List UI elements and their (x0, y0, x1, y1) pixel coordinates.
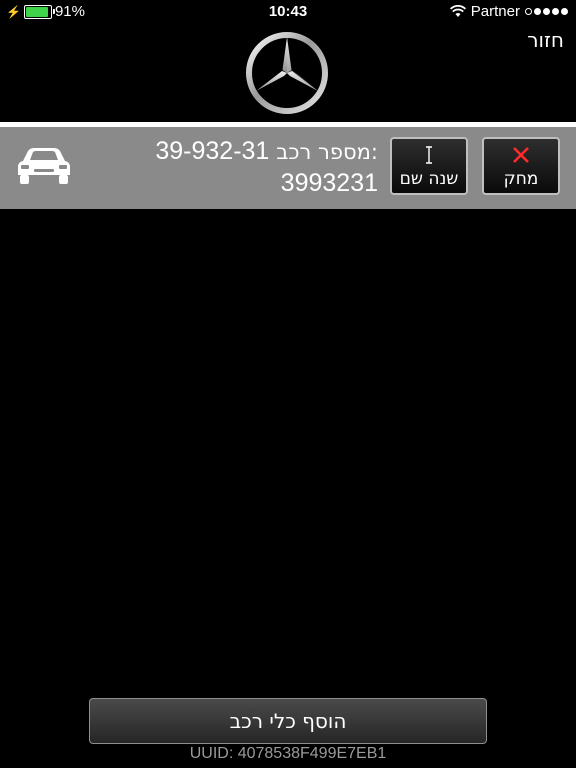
device-uuid: UUID: 4078538F499E7EB1 (189, 745, 387, 762)
text-cursor-icon (392, 143, 466, 167)
vehicle-number-line: 39-932-31 מספר רכב: (155, 137, 378, 166)
vehicle-number-label: מספר רכב: (276, 140, 378, 164)
rename-button[interactable]: שנה שם (390, 137, 468, 195)
carrier-name: Partner (470, 3, 520, 20)
add-vehicle-button[interactable]: הוסף כלי רכב (89, 698, 487, 744)
vehicle-list-item[interactable]: 39-932-31 מספר רכב: 3993231 שנה שם מחק (0, 127, 576, 209)
delete-button[interactable]: מחק (482, 137, 560, 195)
back-button[interactable]: חזור (527, 28, 564, 52)
status-bar: ⚡ 91% 10:43 Partner (0, 0, 576, 24)
mercedes-star-logo (246, 32, 328, 114)
signal-strength-icon (525, 8, 568, 15)
rename-button-label: שנה שם (399, 169, 459, 189)
delete-button-label: מחק (503, 169, 539, 189)
car-icon (18, 148, 70, 184)
wifi-icon (449, 5, 466, 17)
vehicle-secondary-number: 3993231 (280, 169, 378, 197)
network-status: Partner (449, 3, 568, 20)
vehicle-number: 39-932-31 (155, 137, 270, 165)
red-x-icon (484, 143, 558, 167)
